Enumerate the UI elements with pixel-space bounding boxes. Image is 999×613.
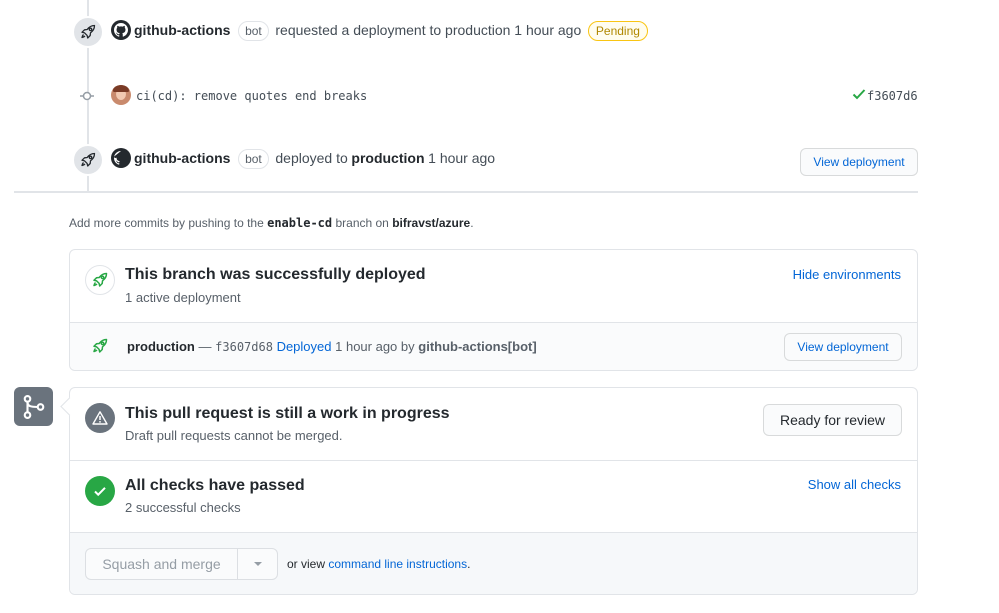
author-avatar[interactable]: [111, 85, 131, 105]
event-deployed: github-actions bot deployed to productio…: [134, 149, 495, 169]
actor-link[interactable]: github-actions: [134, 22, 230, 38]
merge-divider: [70, 460, 917, 461]
cli-period: .: [467, 557, 471, 571]
rocket-icon: [92, 338, 108, 357]
ready-for-review-button[interactable]: Ready for review: [763, 404, 902, 436]
deployer-name: github-actions[bot]: [418, 339, 537, 354]
check-circle-icon: [85, 476, 115, 506]
deployment-info: production — f3607d68 Deployed 1 hour ag…: [127, 339, 537, 355]
event-text: deployed to: [275, 150, 348, 166]
event-text: requested a deployment to production 1 h…: [275, 22, 582, 38]
merge-box: This pull request is still a work in pro…: [69, 387, 918, 595]
commit-node-icon: [80, 89, 94, 103]
rocket-icon: [93, 272, 108, 287]
repo-name: bifravst/azure: [392, 216, 471, 230]
deployment-row: production — f3607d68 Deployed 1 hour ag…: [70, 323, 917, 370]
github-logo-icon: [114, 151, 121, 165]
event-time: 1 hour ago: [428, 150, 496, 166]
environment-link[interactable]: production: [127, 339, 195, 354]
checks-title: All checks have passed: [125, 477, 305, 494]
merge-action-area: Squash and merge or view command line in…: [70, 533, 917, 594]
hint-text: branch on: [335, 216, 389, 230]
or-view-text: or view: [287, 557, 326, 571]
hint-period: .: [470, 216, 474, 230]
wip-title: This pull request is still a work in pro…: [125, 405, 450, 422]
event-deploy-requested: github-actions bot requested a deploymen…: [134, 21, 648, 41]
squash-merge-button-group: Squash and merge: [85, 548, 278, 580]
commit-message-link[interactable]: ci(cd): remove quotes end breaks: [136, 88, 367, 104]
push-hint: Add more commits by pushing to the enabl…: [69, 215, 474, 231]
rocket-icon: [81, 152, 96, 167]
pending-status-badge: Pending: [587, 21, 648, 41]
rocket-event-icon: [72, 144, 104, 176]
deploy-title: This branch was successfully deployed: [125, 266, 426, 283]
github-logo-icon: [114, 23, 128, 37]
view-deployment-button[interactable]: View deployment: [800, 148, 918, 176]
check-icon[interactable]: [852, 87, 866, 101]
wip-subtitle: Draft pull requests cannot be merged.: [125, 428, 343, 443]
rocket-icon: [81, 24, 96, 39]
separator: —: [198, 339, 212, 354]
hide-environments-link[interactable]: Hide environments: [793, 267, 901, 282]
show-all-checks-link[interactable]: Show all checks: [808, 477, 901, 492]
commit-sha[interactable]: f3607d68: [215, 340, 273, 354]
cli-hint: or view command line instructions.: [287, 556, 470, 572]
github-avatar[interactable]: [111, 148, 131, 168]
caret-down-icon: [253, 562, 262, 566]
bot-badge: bot: [238, 149, 269, 169]
command-line-instructions-link[interactable]: command line instructions: [328, 557, 467, 571]
deploy-rocket-icon: [85, 265, 115, 295]
merge-method-dropdown[interactable]: [238, 549, 277, 579]
hint-text: Add more commits by pushing to the: [69, 216, 264, 230]
actor-link[interactable]: github-actions: [134, 150, 230, 166]
commit-sha-link[interactable]: f3607d6: [867, 88, 918, 104]
bot-badge: bot: [238, 21, 269, 41]
rocket-event-icon: [72, 16, 104, 48]
branch-name: enable-cd: [267, 216, 333, 230]
alert-icon: [85, 403, 115, 433]
github-avatar[interactable]: [111, 20, 131, 40]
timeline-divider: [14, 191, 918, 193]
environment-name: production: [351, 150, 425, 166]
squash-and-merge-button[interactable]: Squash and merge: [86, 549, 238, 579]
deployments-card: This branch was successfully deployed 1 …: [69, 249, 918, 371]
deploy-subtitle: 1 active deployment: [125, 290, 241, 305]
checks-subtitle: 2 successful checks: [125, 500, 241, 515]
view-deployment-button[interactable]: View deployment: [784, 333, 902, 361]
deployment-time: 1 hour ago by: [335, 339, 415, 354]
deployed-status-link[interactable]: Deployed: [277, 339, 332, 354]
git-merge-icon: [14, 387, 53, 426]
